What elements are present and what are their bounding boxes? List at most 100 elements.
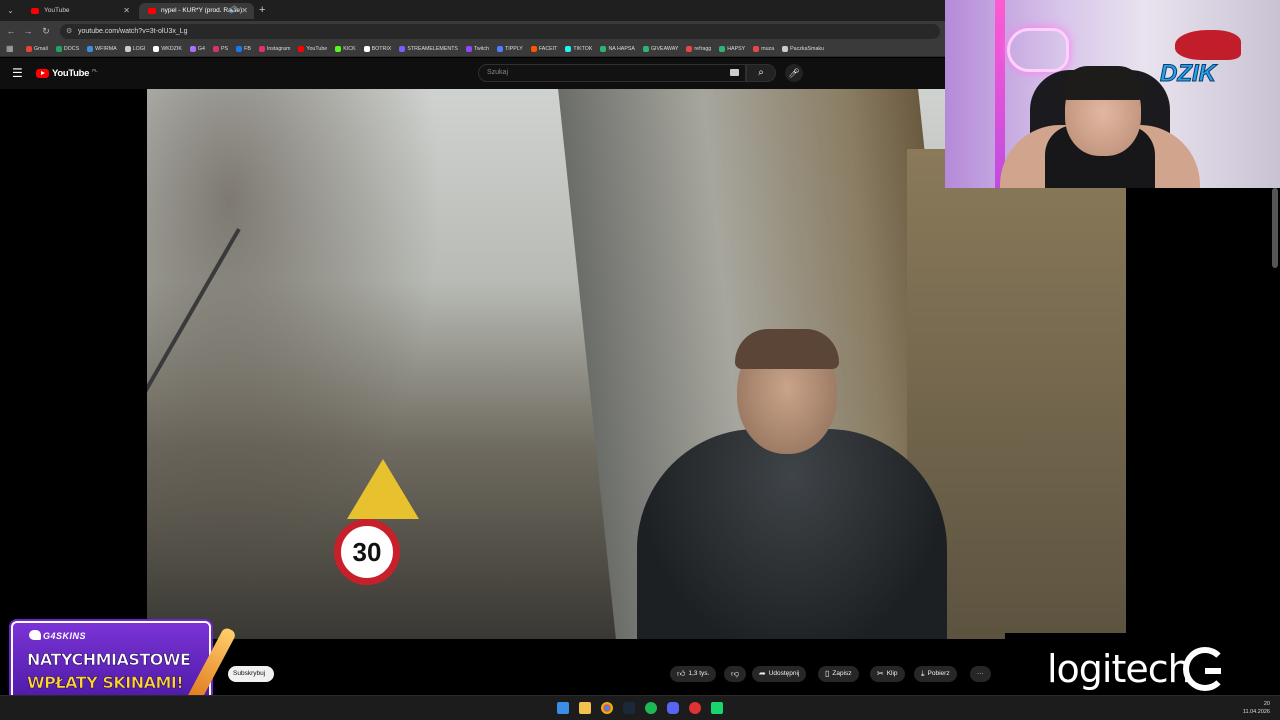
bookmark-item[interactable]: WFIRMA xyxy=(87,44,117,54)
spotify-icon[interactable] xyxy=(645,702,657,714)
bookmark-favicon-icon xyxy=(55,46,62,52)
browser-tab-strip: ⌄ YouTube ✕ nypel - KUR*Y (prod. Raise) … xyxy=(0,0,945,21)
url-field[interactable]: ⚙ youtube.com/watch?v=3t-olU3x_Lg xyxy=(60,24,940,39)
url-text: youtube.com/watch?v=3t-olU3x_Lg xyxy=(78,28,188,35)
more-icon: ··· xyxy=(977,670,984,677)
back-icon[interactable]: ← xyxy=(4,24,18,38)
more-actions-button[interactable]: ··· xyxy=(970,666,991,682)
bookmark-item[interactable]: NA HAPSA xyxy=(600,44,635,54)
speaker-icon[interactable]: 🔊 xyxy=(229,3,238,19)
bookmark-label: FACEIT xyxy=(538,46,558,52)
bookmark-favicon-icon xyxy=(496,46,503,52)
youtube-logo[interactable]: YouTube PL xyxy=(36,68,98,79)
new-tab-button[interactable]: + xyxy=(259,3,265,17)
page-scrollbar[interactable] xyxy=(1272,188,1278,268)
apps-grid-icon[interactable]: ▦ xyxy=(6,44,14,53)
bookmark-label: KICK xyxy=(343,46,356,52)
reload-icon[interactable]: ↻ xyxy=(39,24,53,38)
bookmark-label: G4 xyxy=(197,46,205,52)
bookmark-favicon-icon xyxy=(153,46,160,52)
bookmark-item[interactable]: TIPPLY xyxy=(496,44,523,54)
save-button[interactable]: ▯ Zapisz xyxy=(818,666,859,682)
tab-title: YouTube xyxy=(44,7,70,14)
video-warning-sign xyxy=(347,459,419,519)
bookmark-item[interactable]: BOTRIX xyxy=(363,44,391,54)
bookmark-favicon-icon xyxy=(753,46,760,52)
bookmark-favicon-icon xyxy=(565,46,572,52)
cam-streamer-headset xyxy=(1061,66,1145,100)
menu-icon[interactable]: ☰ xyxy=(12,67,23,79)
voice-search-button[interactable]: 🎤︎ xyxy=(785,64,803,82)
save-label: Zapisz xyxy=(832,670,852,677)
bookmark-label: WFIRMA xyxy=(95,46,117,52)
bookmark-label: DOCS xyxy=(63,46,80,52)
bookmark-item[interactable]: WKDZIK xyxy=(153,44,182,54)
discord-icon[interactable] xyxy=(667,702,679,714)
bookmark-label: Instagram xyxy=(266,46,291,52)
bookmark-item[interactable]: PS xyxy=(213,44,228,54)
bookmark-item[interactable]: Instagram xyxy=(258,44,291,54)
bookmark-favicon-icon xyxy=(600,46,607,52)
bookmark-item[interactable]: HAPSY xyxy=(719,44,745,54)
bookmark-label: STREAMELEMENTS xyxy=(407,46,458,52)
bookmark-item[interactable]: KICK xyxy=(335,44,356,54)
bookmark-label: TIPPLY xyxy=(504,46,523,52)
bookmark-item[interactable]: FB xyxy=(236,44,251,54)
system-clock[interactable]: 20 11.04.2026 xyxy=(1243,700,1270,716)
bookmark-item[interactable]: STREAMELEMENTS xyxy=(399,44,458,54)
bookmark-favicon-icon xyxy=(26,46,32,52)
tab-video[interactable]: nypel - KUR*Y (prod. Raise) 🔊 ✕ xyxy=(139,3,254,19)
bookmark-item[interactable]: muza xyxy=(753,44,774,54)
steam-icon[interactable] xyxy=(623,702,635,714)
bookmark-item[interactable]: Twitch xyxy=(465,44,489,54)
subscribe-button[interactable]: Subskrybuj xyxy=(228,666,274,682)
bookmark-favicon-icon xyxy=(236,46,243,52)
bookmark-label: muza xyxy=(761,46,775,52)
clock-date: 11.04.2026 xyxy=(1242,709,1270,715)
bookmark-item[interactable]: Gmail xyxy=(26,44,48,54)
bookmark-icon: ▯ xyxy=(825,669,830,678)
forward-icon[interactable]: → xyxy=(21,24,35,38)
bookmark-item[interactable]: YouTube xyxy=(298,44,327,54)
bookmark-item[interactable]: refragg xyxy=(686,44,711,54)
bookmark-favicon-icon xyxy=(363,46,370,52)
download-label: Pobierz xyxy=(927,670,950,677)
bookmark-label: GIVEAWAY xyxy=(650,46,679,52)
microphone-icon: 🎤︎ xyxy=(788,68,800,78)
tab-youtube[interactable]: YouTube ✕ xyxy=(22,3,136,19)
bookmark-favicon-icon xyxy=(124,46,131,52)
close-tab-icon[interactable]: ✕ xyxy=(123,3,130,19)
dzik-logo-text: DZIK xyxy=(1160,60,1217,88)
bookmark-item[interactable]: GIVEAWAY xyxy=(642,44,679,54)
dislike-button[interactable]: 👎︎ xyxy=(724,666,747,682)
share-icon: ➦ xyxy=(759,669,766,678)
bookmark-item[interactable]: LOGI xyxy=(124,44,145,54)
file-explorer-icon[interactable] xyxy=(579,702,591,714)
thumbs-up-icon: 👍︎ xyxy=(677,669,686,678)
bookmark-label: refragg xyxy=(694,46,712,52)
obs-icon[interactable] xyxy=(711,702,723,714)
youtube-favicon-icon xyxy=(148,8,156,14)
tab-search-icon[interactable]: ⌄ xyxy=(4,4,17,17)
bookmark-item[interactable]: FACEIT xyxy=(530,44,558,54)
like-button[interactable]: 👍︎ 1,3 tys. xyxy=(670,666,717,682)
app-icon[interactable] xyxy=(689,702,701,714)
bookmark-item[interactable]: DOCS xyxy=(55,44,80,54)
bookmark-favicon-icon xyxy=(642,46,649,52)
close-tab-icon[interactable]: ✕ xyxy=(241,3,248,19)
share-label: Udostępnij xyxy=(768,670,800,677)
search-button[interactable]: ⌕ xyxy=(746,64,776,82)
search-input[interactable]: Szukaj xyxy=(478,64,746,82)
like-count: 1,3 tys. xyxy=(688,670,710,677)
dzik-boar-logo xyxy=(1175,30,1241,60)
site-info-icon[interactable]: ⚙ xyxy=(66,24,72,39)
bookmark-item[interactable]: TIKTOK xyxy=(565,44,592,54)
download-button[interactable]: ⤓ Pobierz xyxy=(914,666,957,682)
clip-button[interactable]: ✂ Klip xyxy=(870,666,905,682)
share-button[interactable]: ➦ Udostępnij xyxy=(752,666,807,682)
start-icon[interactable] xyxy=(557,702,569,714)
bookmark-item[interactable]: PaczkaSmaku xyxy=(782,44,824,54)
bookmark-item[interactable]: G4 xyxy=(189,44,205,54)
chrome-icon[interactable] xyxy=(601,702,613,714)
keyboard-icon[interactable] xyxy=(730,69,739,76)
